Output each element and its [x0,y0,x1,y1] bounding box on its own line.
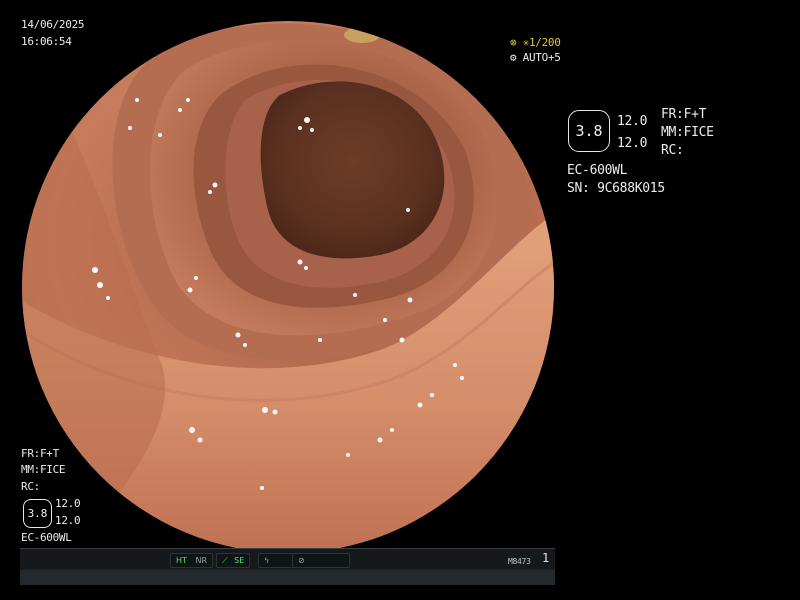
scope-model: EC-600WL [567,163,628,178]
value-bottom-small: 12.0 [55,514,81,527]
status-bar: HT NR ⟋ SE ϟ ⊘ M8473 1 [20,548,555,585]
ht-nr-indicator: HT NR [170,553,213,568]
lightning-icon: ϟ [264,556,270,565]
value-top: 12.0 [617,114,648,129]
iris-icon: ⚙ [510,51,523,64]
shutter-readout: ⊗ ✳1/200 [510,36,561,49]
status-bar-top: HT NR ⟋ SE ϟ ⊘ M8473 1 [20,549,555,569]
hex-value-badge-small: 3.8 [23,499,52,528]
se-indicator: ⟋ SE [216,553,251,568]
rc-label: RC: [661,143,684,158]
image-mode: MM:FICE [661,125,714,140]
date-label: 14/06/2025 [21,18,85,31]
frame-mode: FR:F+T [661,107,707,122]
endoscope-image [22,21,554,553]
shutter-icon: ⊗ ✳ [510,36,529,49]
serial-number: SN: 9C688K015 [567,181,665,196]
value-bottom: 12.0 [617,136,648,151]
contrast-icon: ⟋ [222,556,228,565]
iris-icon: ⊘ [298,556,305,565]
flash-indicator: ϟ [258,553,296,568]
hex-value-badge: 3.8 [568,110,610,152]
exposure-readout: ⚙ AUTO+5 [510,51,561,64]
image-count: 1 [542,551,549,565]
value-top-small: 12.0 [55,497,81,510]
image-mode-small: MM:FICE [21,463,66,476]
time-label: 16:06:54 [21,35,72,48]
status-bar-bottom [20,570,555,585]
iris-indicator: ⊘ [292,553,350,568]
scope-model-small: EC-600WL [21,531,72,544]
rc-label-small: RC: [21,480,40,493]
procedure-code: M8473 [508,557,531,566]
frame-mode-small: FR:F+T [21,447,59,460]
